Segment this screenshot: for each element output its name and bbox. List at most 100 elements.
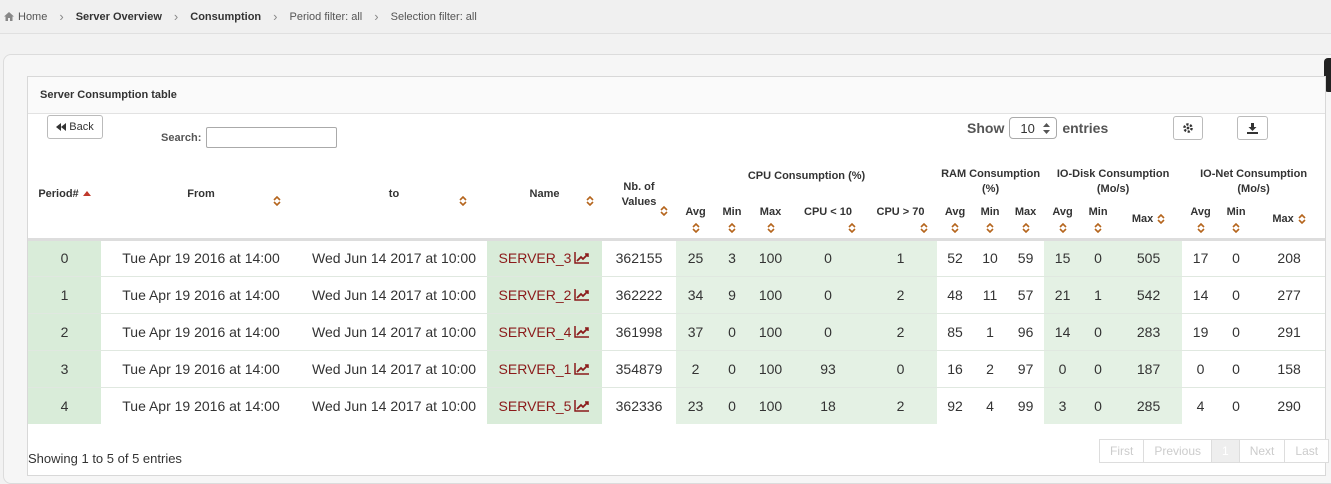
consumption-panel: Server Consumption table Back Search: Sh… (27, 76, 1330, 476)
group-ram: RAM Consumption (%) (941, 167, 1041, 195)
page-1-button[interactable]: 1 (1211, 439, 1240, 463)
col-period[interactable]: Period# (28, 152, 101, 239)
cell-name: SERVER_4 (487, 312, 602, 350)
col-cpu-lt10[interactable]: CPU < 10 (792, 201, 864, 239)
cell-to: Wed Jun 14 2017 at 10:00 (301, 238, 487, 276)
search-label: Search: (161, 132, 202, 144)
settings-button[interactable] (1173, 116, 1203, 140)
home-icon (4, 12, 14, 21)
col-nb-values[interactable]: Nb. of Values (602, 152, 676, 239)
group-ionet: IO-Net Consumption (Mo/s) (1200, 167, 1308, 195)
server-link[interactable]: SERVER_4 (499, 324, 591, 340)
col-cpu-min[interactable]: Min (715, 201, 749, 239)
cell-cpu-min: 3 (715, 238, 749, 276)
line-chart-icon (574, 252, 590, 264)
col-to[interactable]: to (301, 152, 487, 239)
entries-select[interactable]: 10 (1009, 117, 1058, 139)
pagination: First Previous 1 Next Last (1099, 439, 1330, 463)
cell-ram-avg: 92 (937, 386, 974, 424)
col-cpu-avg[interactable]: Avg (676, 201, 715, 239)
cell-cpu-lt10: 0 (792, 312, 864, 350)
cell-cpu-min: 0 (715, 312, 749, 350)
cell-cpu-max: 100 (749, 386, 792, 424)
cell-name: SERVER_3 (487, 238, 602, 276)
line-chart-icon (574, 362, 590, 375)
table-row: 0 Tue Apr 19 2016 at 14:00 Wed Jun 14 2017… (28, 238, 1326, 276)
cell-ram-avg: 85 (937, 312, 974, 350)
line-chart-icon (574, 399, 590, 412)
cell-disk-max: 283 (1115, 312, 1183, 350)
table-info: Showing 1 to 5 of 5 entries (28, 451, 182, 466)
sort-asc-icon (82, 191, 91, 197)
page-next-button[interactable]: Next (1238, 439, 1286, 463)
cell-from: Tue Apr 19 2016 at 14:00 (101, 386, 301, 424)
cell-nb-values: 362336 (602, 386, 676, 424)
cell-cpu-gt70: 2 (864, 386, 938, 424)
page-previous-button[interactable]: Previous (1143, 439, 1213, 463)
col-ram-avg[interactable]: Avg (937, 201, 973, 239)
cell-net-max: 208 (1253, 238, 1326, 276)
show-label: Show (967, 120, 1005, 136)
cell-nb-values: 354879 (602, 349, 676, 387)
cell-net-avg: 19 (1182, 312, 1220, 350)
cell-net-max: 277 (1253, 275, 1326, 313)
cell-disk-min: 0 (1081, 312, 1116, 350)
sort-icon (920, 223, 928, 234)
breadcrumb: Home › Server Overview › Consumption › P… (0, 0, 1331, 34)
chevron-right-icon: › (173, 9, 179, 24)
col-disk-avg[interactable]: Avg (1044, 201, 1081, 239)
cell-cpu-lt10: 93 (792, 349, 864, 387)
page-last-button[interactable]: Last (1284, 439, 1330, 463)
col-net-avg[interactable]: Avg (1182, 201, 1219, 239)
download-icon (1247, 122, 1258, 134)
server-link[interactable]: SERVER_1 (499, 361, 591, 377)
breadcrumb-period-filter[interactable]: Period filter: all (290, 11, 363, 23)
cell-ram-avg: 48 (937, 275, 974, 313)
sort-icon (1232, 223, 1240, 234)
col-net-min[interactable]: Min (1219, 201, 1253, 239)
col-disk-max[interactable]: Max (1115, 201, 1182, 239)
col-net-max[interactable]: Max (1253, 201, 1325, 239)
cell-to: Wed Jun 14 2017 at 10:00 (301, 275, 487, 313)
col-from[interactable]: From (101, 152, 301, 239)
server-link[interactable]: SERVER_3 (499, 250, 591, 266)
cell-disk-min: 0 (1081, 386, 1116, 424)
table-body: 0 Tue Apr 19 2016 at 14:00 Wed Jun 14 2017… (28, 238, 1326, 424)
breadcrumb-consumption[interactable]: Consumption (190, 11, 261, 23)
cell-disk-max: 505 (1115, 238, 1183, 276)
breadcrumb-selection-filter[interactable]: Selection filter: all (391, 11, 477, 23)
cell-net-max: 158 (1253, 349, 1326, 387)
server-link[interactable]: SERVER_5 (499, 398, 591, 414)
table-row: 4 Tue Apr 19 2016 at 14:00 Wed Jun 14 2017… (28, 386, 1326, 424)
cell-net-avg: 17 (1182, 238, 1220, 276)
cell-cpu-gt70: 1 (864, 238, 938, 276)
breadcrumb-server-overview[interactable]: Server Overview (76, 11, 162, 23)
cell-cpu-gt70: 0 (864, 349, 938, 387)
cell-period: 2 (28, 312, 101, 350)
cell-from: Tue Apr 19 2016 at 14:00 (101, 349, 301, 387)
back-button[interactable]: Back (47, 115, 103, 139)
cell-to: Wed Jun 14 2017 at 10:00 (301, 312, 487, 350)
search-input[interactable] (206, 127, 337, 148)
line-chart-icon (574, 288, 590, 301)
cell-net-min: 0 (1219, 275, 1254, 313)
col-ram-max[interactable]: Max (1007, 201, 1044, 239)
server-link[interactable]: SERVER_2 (499, 287, 591, 303)
cell-cpu-avg: 37 (676, 312, 715, 350)
col-cpu-max[interactable]: Max (749, 201, 792, 239)
download-button[interactable] (1237, 116, 1268, 140)
breadcrumb-home[interactable]: Home (4, 11, 47, 23)
cell-disk-avg: 15 (1044, 238, 1082, 276)
sort-icon (459, 196, 467, 206)
page-first-button[interactable]: First (1099, 439, 1145, 463)
backward-icon (56, 123, 67, 131)
cell-cpu-max: 100 (749, 238, 792, 276)
cell-cpu-lt10: 18 (792, 386, 864, 424)
cell-net-avg: 4 (1182, 386, 1220, 424)
cell-net-min: 0 (1219, 312, 1254, 350)
col-cpu-gt70[interactable]: CPU > 70 (864, 201, 937, 239)
col-ram-min[interactable]: Min (973, 201, 1007, 239)
col-disk-min[interactable]: Min (1081, 201, 1115, 239)
cell-cpu-avg: 34 (676, 275, 715, 313)
col-name[interactable]: Name (487, 152, 602, 239)
